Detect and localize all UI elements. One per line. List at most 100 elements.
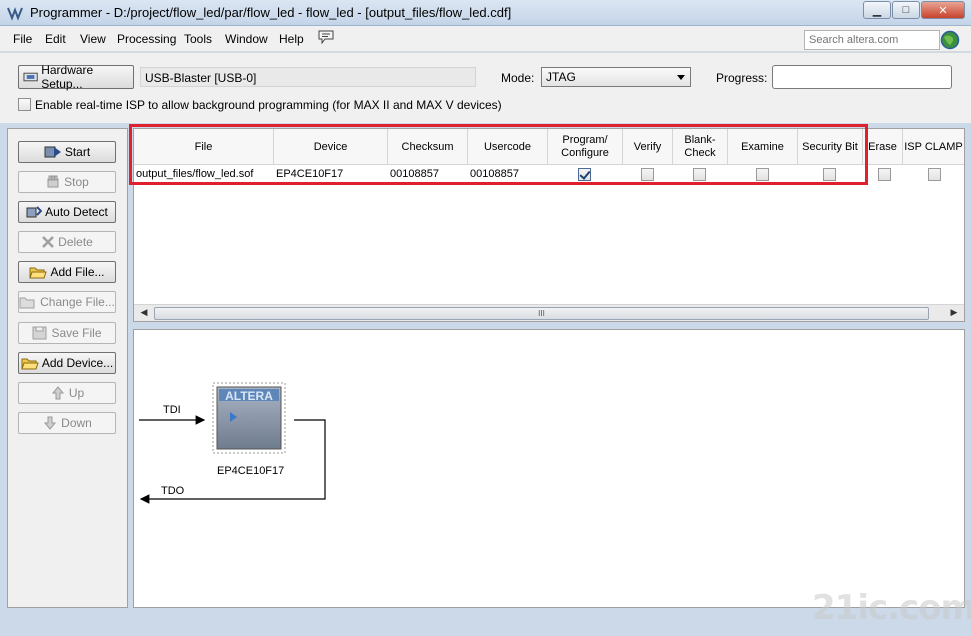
add-device-button[interactable]: Add Device... bbox=[18, 352, 116, 374]
window-title: Programmer - D:/project/flow_led/par/flo… bbox=[30, 5, 512, 20]
progress-bar bbox=[772, 65, 952, 89]
up-button[interactable]: Up bbox=[18, 382, 116, 404]
examine-checkbox[interactable] bbox=[756, 168, 769, 181]
save-disk-icon bbox=[32, 326, 47, 340]
change-file-label: Change File... bbox=[40, 295, 115, 309]
verify-checkbox[interactable] bbox=[641, 168, 654, 181]
title-bar: Programmer - D:/project/flow_led/par/flo… bbox=[0, 0, 971, 26]
delete-button[interactable]: Delete bbox=[18, 231, 116, 253]
security-bit-checkbox[interactable] bbox=[823, 168, 836, 181]
folder-open-icon bbox=[29, 267, 48, 279]
change-file-icon bbox=[19, 297, 35, 309]
altera-logo: ALTERA bbox=[225, 389, 273, 403]
hardware-icon bbox=[23, 72, 38, 82]
add-device-label: Add Device... bbox=[41, 356, 114, 370]
column-header-erase[interactable]: Erase bbox=[863, 129, 903, 165]
column-header-security-bit[interactable]: Security Bit bbox=[798, 129, 863, 165]
programmer-app-icon[interactable] bbox=[6, 4, 24, 22]
add-file-button[interactable]: Add File... bbox=[18, 261, 116, 283]
up-label: Up bbox=[68, 386, 85, 400]
mode-label: Mode: bbox=[501, 71, 535, 85]
chip-device-name: EP4CE10F17 bbox=[217, 465, 285, 477]
stop-label: Stop bbox=[64, 175, 89, 189]
row-checksum: 00108857 bbox=[390, 168, 439, 180]
row-file[interactable]: output_files/flow_led.sof bbox=[136, 168, 253, 180]
column-header-device[interactable]: Device bbox=[274, 129, 388, 165]
close-icon: ✕ bbox=[938, 4, 948, 17]
row-device[interactable]: EP4CE10F17 bbox=[276, 168, 343, 180]
isp-checkbox-label: Enable real-time ISP to allow background… bbox=[35, 98, 502, 112]
hardware-setup-button[interactable]: Hardware Setup... bbox=[18, 63, 134, 91]
auto-detect-button[interactable]: Auto Detect bbox=[18, 201, 116, 223]
menu-view[interactable]: View bbox=[80, 32, 106, 46]
arrow-up-icon bbox=[51, 386, 64, 400]
column-header-blank-check[interactable]: Blank- Check bbox=[673, 129, 728, 165]
jtag-chain-diagram: TDI TDO ALTERA EP4CE10F17 bbox=[133, 329, 965, 608]
minimize-button[interactable]: ▁ bbox=[863, 1, 891, 19]
maximize-button[interactable]: □ bbox=[892, 1, 920, 19]
mode-select[interactable]: JTAG bbox=[541, 67, 691, 87]
site-watermark: 21ic.com bbox=[812, 588, 971, 628]
delete-label: Delete bbox=[58, 235, 93, 249]
mode-value: JTAG bbox=[546, 70, 576, 84]
help-balloon-icon[interactable] bbox=[318, 30, 334, 44]
start-label: Start bbox=[64, 145, 91, 159]
auto-detect-label: Auto Detect bbox=[45, 205, 108, 219]
hardware-setup-label: Hardware Setup... bbox=[41, 63, 94, 91]
device-table: File Device Checksum Usercode Program/ C… bbox=[133, 128, 965, 322]
column-header-program-configure[interactable]: Program/ Configure bbox=[548, 129, 623, 165]
scroll-left-icon[interactable]: ◀ bbox=[136, 307, 152, 320]
add-file-label: Add File... bbox=[50, 265, 105, 279]
column-header-checksum[interactable]: Checksum bbox=[388, 129, 468, 165]
globe-icon[interactable] bbox=[940, 30, 960, 50]
minimize-icon: ▁ bbox=[872, 4, 882, 17]
menu-edit[interactable]: Edit bbox=[45, 32, 66, 46]
isp-checkbox[interactable] bbox=[18, 98, 31, 111]
progress-label: Progress: bbox=[716, 71, 768, 85]
scroll-right-icon[interactable]: ▶ bbox=[946, 307, 962, 320]
window-controls: ▁ □ ✕ bbox=[862, 1, 965, 19]
menu-tools[interactable]: Tools bbox=[184, 32, 212, 46]
scrollbar-grip: III bbox=[538, 309, 545, 318]
delete-x-icon bbox=[42, 236, 55, 248]
svg-text:ALTERA: ALTERA bbox=[225, 389, 273, 403]
menu-help[interactable]: Help bbox=[279, 32, 304, 46]
save-file-label: Save File bbox=[51, 326, 102, 340]
row-usercode: 00108857 bbox=[470, 168, 519, 180]
scrollbar-thumb[interactable]: III bbox=[154, 307, 929, 320]
arrow-down-icon bbox=[44, 416, 57, 430]
blank-check-checkbox[interactable] bbox=[693, 168, 706, 181]
action-button-panel: Start Stop Auto Detect Delete Add File..… bbox=[7, 128, 128, 608]
down-button[interactable]: Down bbox=[18, 412, 116, 434]
horizontal-scrollbar[interactable]: ◀ III ▶ bbox=[134, 304, 964, 321]
erase-checkbox[interactable] bbox=[878, 168, 891, 181]
column-header-examine[interactable]: Examine bbox=[728, 129, 798, 165]
column-header-file[interactable]: File bbox=[134, 129, 274, 165]
change-file-button[interactable]: Change File... bbox=[18, 291, 116, 313]
stop-hand-icon bbox=[47, 175, 59, 188]
column-header-usercode[interactable]: Usercode bbox=[468, 129, 548, 165]
auto-detect-icon bbox=[26, 206, 43, 218]
program-configure-checkbox[interactable] bbox=[578, 168, 591, 181]
isp-clamp-checkbox[interactable] bbox=[928, 168, 941, 181]
column-header-isp-clamp[interactable]: ISP CLAMP bbox=[903, 129, 964, 165]
column-header-verify[interactable]: Verify bbox=[623, 129, 673, 165]
menu-file[interactable]: File bbox=[13, 32, 32, 46]
add-device-folder-icon bbox=[21, 358, 39, 370]
menu-window[interactable]: Window bbox=[225, 32, 268, 46]
search-input[interactable] bbox=[804, 30, 940, 50]
start-button[interactable]: Start bbox=[18, 141, 116, 163]
stop-button[interactable]: Stop bbox=[18, 171, 116, 193]
hardware-toolbar: Hardware Setup... USB-Blaster [USB-0] Mo… bbox=[0, 53, 971, 123]
tdi-label: TDI bbox=[163, 404, 181, 416]
close-button[interactable]: ✕ bbox=[921, 1, 965, 19]
start-icon bbox=[44, 146, 61, 158]
hardware-name-field: USB-Blaster [USB-0] bbox=[140, 67, 476, 87]
table-header: File Device Checksum Usercode Program/ C… bbox=[134, 129, 964, 165]
down-label: Down bbox=[61, 416, 92, 430]
maximize-icon: □ bbox=[902, 4, 910, 16]
chevron-down-icon bbox=[677, 75, 685, 80]
tdo-label: TDO bbox=[161, 485, 185, 497]
save-file-button[interactable]: Save File bbox=[18, 322, 116, 344]
menu-processing[interactable]: Processing bbox=[117, 32, 176, 46]
